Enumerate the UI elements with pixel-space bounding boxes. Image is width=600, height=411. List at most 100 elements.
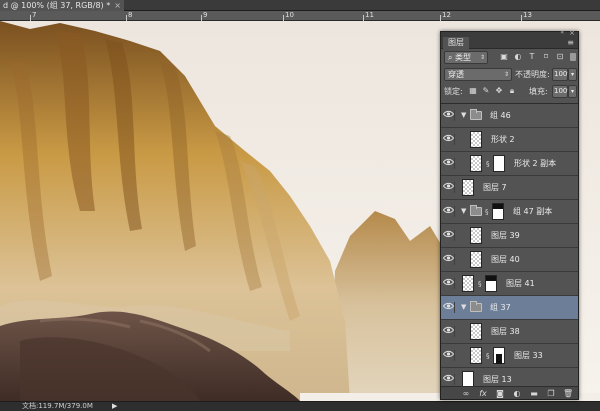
filter-smart-object-icon[interactable]: ⊡ xyxy=(555,52,565,62)
layer-group-row[interactable]: ▼ § 组 47 副本 xyxy=(441,200,578,224)
tab-layers[interactable]: 图层 xyxy=(443,37,469,49)
opacity-input[interactable]: 100% xyxy=(552,68,574,81)
document-tab[interactable]: d @ 100% (组 37, RGB/8) * × xyxy=(0,0,124,11)
layer-name[interactable]: 图层 41 xyxy=(506,278,535,289)
adjustment-layer-icon[interactable]: ◐ xyxy=(512,389,522,398)
lock-all-icon[interactable]: 🔒︎ xyxy=(507,86,517,96)
layer-name[interactable]: 图层 38 xyxy=(491,326,520,337)
layer-mask-thumbnail[interactable] xyxy=(493,347,505,364)
layer-name[interactable]: 图层 33 xyxy=(514,350,543,361)
layer-group-row[interactable]: ▼ 组 46 xyxy=(441,104,578,128)
layer-row[interactable]: 图层 13 xyxy=(441,368,578,386)
layer-row[interactable]: 图层 40 xyxy=(441,248,578,272)
layer-name[interactable]: 图层 13 xyxy=(483,374,512,385)
layer-row[interactable]: 形状 2 xyxy=(441,128,578,152)
new-group-icon[interactable]: ▬ xyxy=(529,389,539,398)
ruler-tick-label: 7 xyxy=(32,11,37,19)
group-expand-arrow-icon[interactable]: ▼ xyxy=(461,111,466,119)
status-menu-arrow-icon[interactable]: ▶ xyxy=(112,402,117,411)
layer-thumbnail[interactable] xyxy=(470,251,482,268)
blend-opacity-row: 穿透 ⇕ 不透明度: 100% ▾ xyxy=(441,66,578,83)
lock-transparent-pixels-icon[interactable]: ▦ xyxy=(468,86,478,96)
layer-name[interactable]: 图层 40 xyxy=(491,254,520,265)
mask-link-icon[interactable]: § xyxy=(478,280,482,288)
layer-thumbnail[interactable] xyxy=(470,347,482,364)
ruler-tick-label: 13 xyxy=(523,11,532,19)
close-tab-icon[interactable]: × xyxy=(114,1,121,10)
layer-name[interactable]: 图层 7 xyxy=(483,182,507,193)
folder-icon xyxy=(470,109,482,120)
layer-thumbnail[interactable] xyxy=(462,179,474,196)
visibility-eye-icon[interactable] xyxy=(443,374,455,385)
filter-adjustment-icon[interactable]: ◐ xyxy=(513,52,523,62)
mask-link-icon[interactable]: § xyxy=(486,160,490,168)
visibility-eye-icon[interactable] xyxy=(443,230,455,241)
layer-thumbnail[interactable] xyxy=(462,371,474,386)
layer-row[interactable]: 图层 38 xyxy=(441,320,578,344)
trash-icon[interactable]: 🗑︎ xyxy=(563,389,573,398)
visibility-eye-icon[interactable] xyxy=(443,350,455,361)
layer-row[interactable]: § 图层 41 xyxy=(441,272,578,296)
layer-list: ▼ 组 46 形状 2 § 形状 2 副本图层 7 ▼ § 组 47 副本图层 39 图层 40… xyxy=(441,103,578,386)
visibility-eye-icon[interactable] xyxy=(443,206,455,217)
panel-tab-bar: 图层 ≡ xyxy=(441,37,578,49)
lock-fill-row: 锁定: ▦ ✎ ✥ 🔒︎ 填充: 100% ▾ xyxy=(441,83,578,100)
blend-mode-select[interactable]: 穿透 ⇕ xyxy=(444,68,512,81)
mask-link-icon[interactable]: § xyxy=(485,208,489,216)
ruler-tick-label: 12 xyxy=(442,11,451,19)
visibility-eye-icon[interactable] xyxy=(443,158,455,169)
layer-name[interactable]: 组 37 xyxy=(490,302,511,313)
layer-row[interactable]: 图层 7 xyxy=(441,176,578,200)
layer-name[interactable]: 形状 2 xyxy=(491,134,515,145)
chevron-updown-icon: ⇕ xyxy=(503,71,509,78)
visibility-eye-icon[interactable] xyxy=(443,302,455,313)
horizontal-ruler[interactable]: 7 8 9 10 11 12 13 xyxy=(0,11,600,21)
close-panel-icon[interactable]: × xyxy=(569,29,575,37)
layer-thumbnail[interactable] xyxy=(462,275,474,292)
layer-mask-thumbnail[interactable] xyxy=(492,203,504,220)
add-mask-icon[interactable]: ◙ xyxy=(495,389,505,398)
layer-thumbnail[interactable] xyxy=(470,227,482,244)
visibility-eye-icon[interactable] xyxy=(443,326,455,337)
group-expand-arrow-icon[interactable]: ▼ xyxy=(461,303,466,311)
collapse-panel-icon[interactable]: « xyxy=(560,29,564,36)
panel-menu-icon[interactable]: ≡ xyxy=(567,39,574,47)
layer-row[interactable]: § 形状 2 副本 xyxy=(441,152,578,176)
lock-image-pixels-icon[interactable]: ✎ xyxy=(481,86,491,96)
layer-name[interactable]: 图层 39 xyxy=(491,230,520,241)
layer-row[interactable]: § 图层 33 xyxy=(441,344,578,368)
ruler-tick-label: 9 xyxy=(203,11,208,19)
layer-mask-thumbnail[interactable] xyxy=(485,275,497,292)
document-tab-bar: d @ 100% (组 37, RGB/8) * × xyxy=(0,0,600,11)
layer-thumbnail[interactable] xyxy=(470,155,482,172)
filter-toggle-icon[interactable] xyxy=(570,53,576,61)
opacity-slider-arrow-icon[interactable]: ▾ xyxy=(568,68,577,81)
layer-name[interactable]: 组 47 副本 xyxy=(513,206,552,217)
filter-shape-icon[interactable]: ⌑ xyxy=(541,52,551,62)
new-layer-icon[interactable]: ❐ xyxy=(546,389,556,398)
visibility-eye-icon[interactable] xyxy=(443,278,455,289)
visibility-eye-icon[interactable] xyxy=(443,110,455,121)
link-icon[interactable]: ∞ xyxy=(461,389,471,398)
filter-pixel-icon[interactable]: ▣ xyxy=(499,52,509,62)
fx-icon[interactable]: fx xyxy=(478,389,488,398)
layer-name[interactable]: 组 46 xyxy=(490,110,511,121)
layer-name[interactable]: 形状 2 副本 xyxy=(514,158,556,169)
layer-group-row[interactable]: ▼ 组 37 xyxy=(441,296,578,320)
folder-icon xyxy=(470,205,482,216)
layer-thumbnail[interactable] xyxy=(470,131,482,148)
layer-mask-thumbnail[interactable] xyxy=(493,155,505,172)
lock-position-icon[interactable]: ✥ xyxy=(494,86,504,96)
filter-row: ⌕ 类型 ⇕ ▣ ◐ T ⌑ ⊡ xyxy=(441,49,578,66)
fill-input[interactable]: 100% xyxy=(552,85,574,98)
layer-thumbnail[interactable] xyxy=(470,323,482,340)
visibility-eye-icon[interactable] xyxy=(443,254,455,265)
filter-type-icon[interactable]: T xyxy=(527,52,537,62)
fill-slider-arrow-icon[interactable]: ▾ xyxy=(568,85,577,98)
layer-row[interactable]: 图层 39 xyxy=(441,224,578,248)
visibility-eye-icon[interactable] xyxy=(443,182,455,193)
visibility-eye-icon[interactable] xyxy=(443,134,455,145)
mask-link-icon[interactable]: § xyxy=(486,352,490,360)
filter-type-select[interactable]: ⌕ 类型 ⇕ xyxy=(444,51,488,64)
group-expand-arrow-icon[interactable]: ▼ xyxy=(461,207,466,215)
